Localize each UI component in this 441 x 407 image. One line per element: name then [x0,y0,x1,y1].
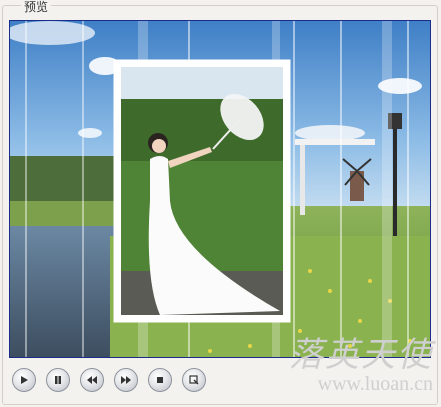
rewind-icon [87,376,97,384]
group-title: 预览 [21,1,52,13]
rewind-button[interactable] [80,368,104,392]
stop-icon [157,377,163,383]
stop-button[interactable] [148,368,172,392]
watermark: 落英天使 www.luoan.cn [283,335,433,407]
watermark-url: www.luoan.cn [317,373,433,395]
fast-forward-button[interactable] [114,368,138,392]
play-button[interactable] [12,368,36,392]
pause-icon [55,376,61,384]
pause-button[interactable] [46,368,70,392]
preview-viewport [9,20,431,358]
play-icon [21,376,28,384]
snapshot-icon [189,375,199,385]
fast-forward-icon [121,376,131,384]
snapshot-button[interactable] [182,368,206,392]
watermark-chinese: 落英天使 [289,335,433,375]
preview-image [10,21,430,357]
